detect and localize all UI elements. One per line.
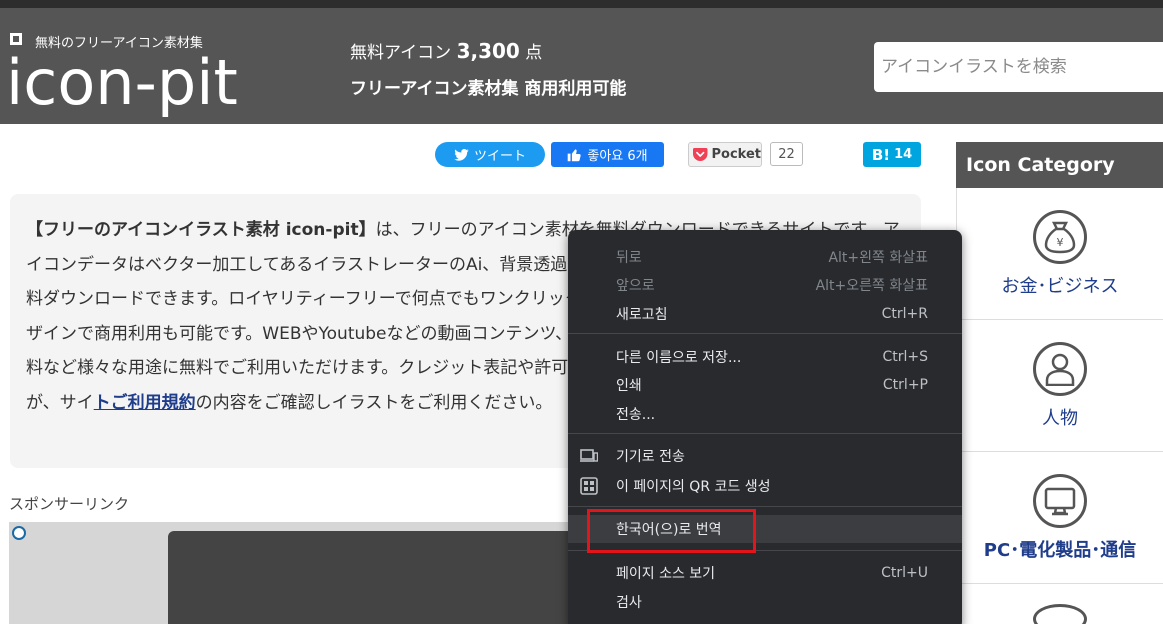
menu-item-label: 다른 이름으로 저장... xyxy=(616,350,742,366)
like-button[interactable]: 좋아요 6개 xyxy=(551,142,664,167)
menu-item-send-to-device[interactable]: 기기로 전송 xyxy=(568,442,962,470)
ad-video-frame[interactable] xyxy=(168,531,578,624)
menu-item-label: 뒤로 xyxy=(616,250,642,266)
sponsor-label: スポンサーリンク xyxy=(9,495,130,513)
context-menu: 뒤로 Alt+왼쪽 화살표 앞으로 Alt+오른쪽 화살표 새로고침 Ctrl+… xyxy=(568,230,962,624)
menu-item-forward[interactable]: 앞으로 Alt+오른쪽 화살표 xyxy=(568,271,962,299)
icon-count: 3,300 xyxy=(456,39,520,63)
menu-item-label: 이 페이지의 QR 코드 생성 xyxy=(616,479,771,495)
category-next-icon xyxy=(1033,604,1087,624)
menu-item-save-as[interactable]: 다른 이름으로 저장... Ctrl+S xyxy=(568,343,962,371)
menu-item-qr-code[interactable]: 이 페이지의 QR 코드 생성 xyxy=(568,472,962,500)
sidebar-title: Icon Category xyxy=(956,142,1163,188)
pocket-label: Pocket xyxy=(711,147,762,162)
category-label: PC･電化製品･通信 xyxy=(983,540,1137,561)
menu-item-cast[interactable]: 전송... xyxy=(568,400,962,428)
icon-count-line: 無料アイコン 3,300 点 xyxy=(350,38,542,63)
site-header: 無料のフリーアイコン素材集 icon-pit 無料アイコン 3,300 点 フリ… xyxy=(0,8,1163,124)
menu-item-view-source[interactable]: 페이지 소스 보기 Ctrl+U xyxy=(568,559,962,587)
menu-separator xyxy=(568,333,962,334)
hatena-count: 14 xyxy=(894,147,913,162)
menu-item-label: 페이지 소스 보기 xyxy=(616,566,716,582)
menu-item-label: 전송... xyxy=(616,407,656,423)
menu-item-shortcut: Ctrl+P xyxy=(882,377,928,393)
tagline-suffix: 点 xyxy=(525,43,543,63)
monitor-icon xyxy=(1033,474,1087,528)
intro-tail: の内容をご確認しイラストをご利用ください。 xyxy=(195,392,553,413)
menu-item-shortcut: Ctrl+R xyxy=(881,306,928,322)
menu-item-shortcut: Alt+왼쪽 화살표 xyxy=(828,250,928,266)
highlight-annotation-box xyxy=(587,509,756,553)
menu-item-label: 새로고침 xyxy=(616,307,668,323)
site-subtitle: フリーアイコン素材集 商用利用可能 xyxy=(350,79,627,99)
tweet-button[interactable]: ツイート xyxy=(435,142,545,167)
menu-item-shortcut: Ctrl+U xyxy=(881,565,928,581)
menu-item-label: 검사 xyxy=(616,595,642,611)
money-bag-icon: ¥ xyxy=(1033,210,1087,264)
twitter-bird-icon xyxy=(454,148,469,161)
site-logo[interactable]: icon-pit xyxy=(6,43,238,123)
category-label: 人物 xyxy=(1042,408,1078,429)
menu-item-label: 앞으로 xyxy=(616,278,655,294)
category-next[interactable] xyxy=(956,584,1163,624)
thumbs-up-icon xyxy=(568,148,582,161)
menu-item-print[interactable]: 인쇄 Ctrl+P xyxy=(568,371,962,399)
menu-separator xyxy=(568,506,962,507)
hatena-label: B! xyxy=(871,145,891,164)
tweet-label: ツイート xyxy=(473,149,526,164)
svg-text:¥: ¥ xyxy=(1057,236,1064,249)
pocket-button[interactable]: Pocket xyxy=(688,142,762,167)
qr-code-icon xyxy=(580,477,598,495)
pocket-icon xyxy=(693,147,708,162)
menu-item-back[interactable]: 뒤로 Alt+왼쪽 화살표 xyxy=(568,243,962,271)
category-pc-electronics[interactable]: PC･電化製品･通信 xyxy=(956,452,1163,584)
category-person[interactable]: 人物 xyxy=(956,320,1163,452)
tagline-prefix: 無料アイコン xyxy=(350,43,452,63)
menu-item-shortcut: Alt+오른쪽 화살표 xyxy=(815,278,928,294)
device-send-icon xyxy=(580,449,598,462)
hatena-bookmark-button[interactable]: B! 14 xyxy=(863,142,921,167)
menu-item-shortcut: Ctrl+S xyxy=(882,349,928,365)
pocket-count: 22 xyxy=(770,142,803,166)
menu-item-label: 기기로 전송 xyxy=(616,449,685,465)
menu-item-inspect[interactable]: 검사 xyxy=(568,588,962,616)
menu-item-label: 인쇄 xyxy=(616,378,642,394)
intro-lead: 【フリーのアイコンイラスト素材 icon-pit】 xyxy=(26,220,376,240)
like-label: 좋아요 6개 xyxy=(587,149,648,164)
terms-link[interactable]: トご利用規約 xyxy=(94,393,196,413)
category-money-business[interactable]: ¥ お金･ビジネス xyxy=(956,188,1163,320)
ad-shield-icon xyxy=(12,526,26,540)
person-icon xyxy=(1033,342,1087,396)
menu-separator xyxy=(568,433,962,434)
top-border xyxy=(0,0,1163,8)
search-input[interactable] xyxy=(874,42,1163,92)
category-label: お金･ビジネス xyxy=(1001,276,1119,297)
menu-item-reload[interactable]: 새로고침 Ctrl+R xyxy=(568,300,962,328)
